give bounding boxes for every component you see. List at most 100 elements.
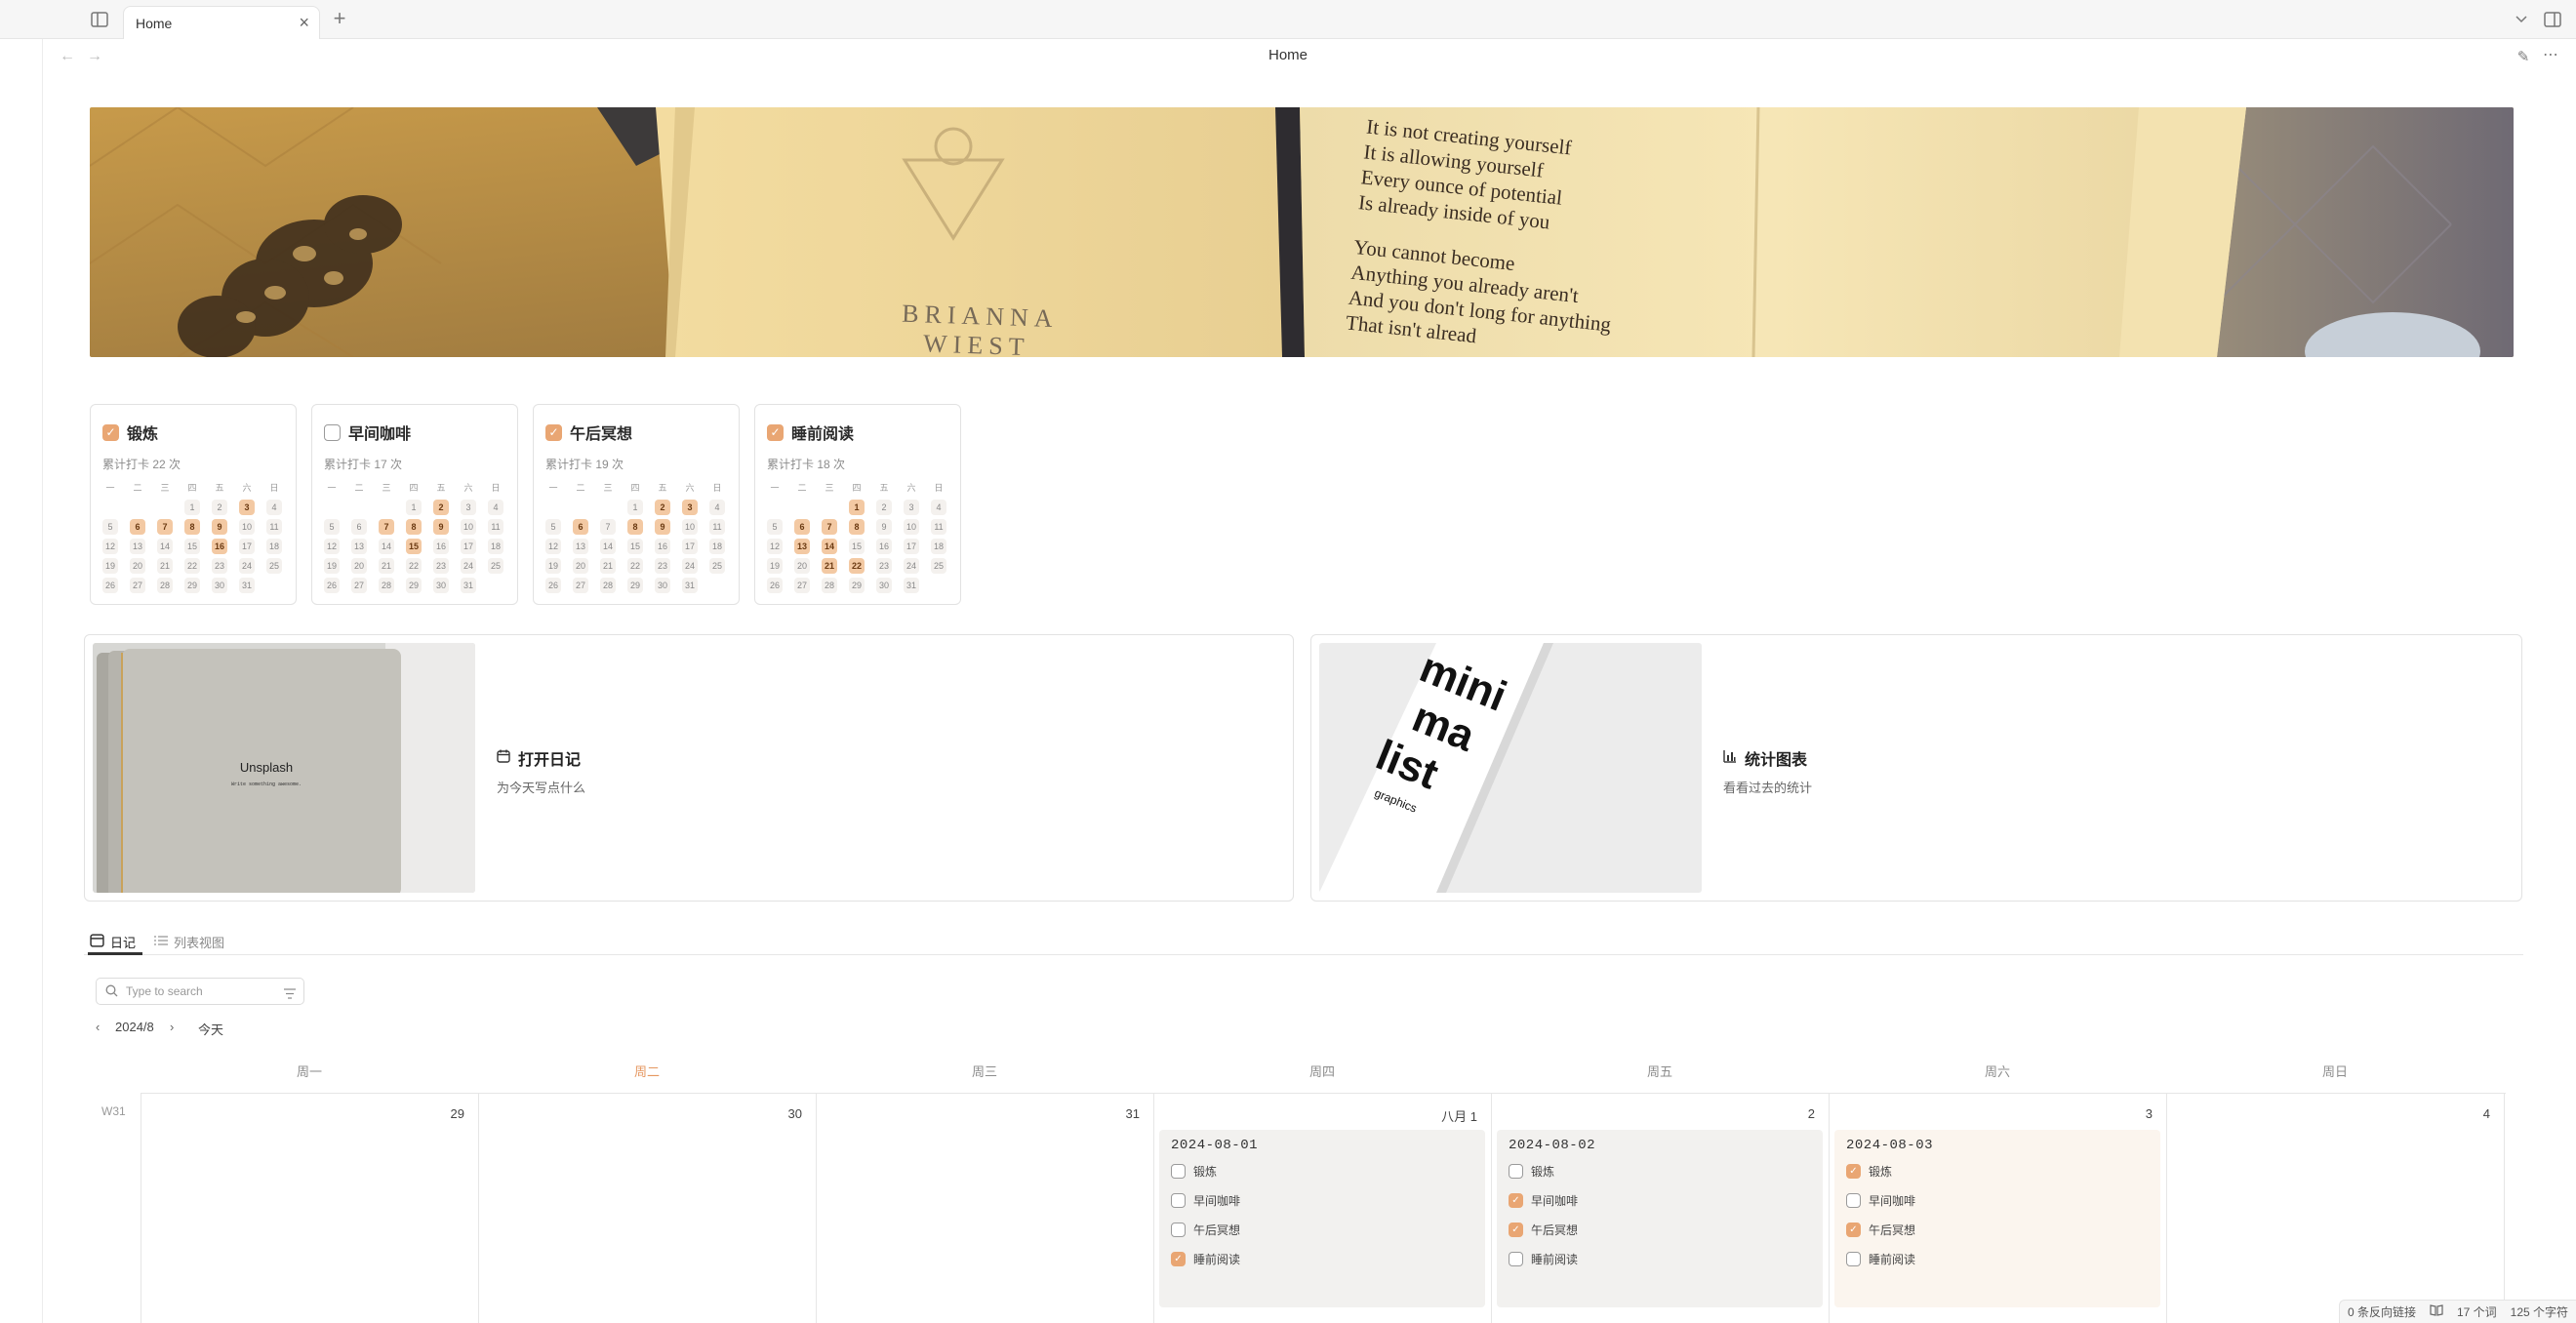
calendar-day[interactable]: 22 bbox=[622, 557, 649, 575]
task-checkbox[interactable] bbox=[1171, 1193, 1186, 1208]
calendar-day[interactable]: 7 bbox=[816, 518, 843, 536]
calendar-day[interactable]: 16 bbox=[206, 538, 233, 555]
calendar-day[interactable]: 21 bbox=[373, 557, 400, 575]
close-icon[interactable]: × bbox=[299, 13, 309, 33]
calendar-day[interactable]: 10 bbox=[455, 518, 482, 536]
calendar-day[interactable]: 23 bbox=[427, 557, 455, 575]
calendar-day[interactable]: 18 bbox=[704, 538, 731, 555]
task-checkbox[interactable]: ✓ bbox=[1509, 1193, 1523, 1208]
calendar-day[interactable]: 4 bbox=[482, 499, 509, 516]
backlinks-count[interactable]: 0 条反向链接 bbox=[2348, 1303, 2416, 1320]
reading-mode-icon[interactable] bbox=[2430, 1304, 2443, 1319]
calendar-day[interactable]: 22 bbox=[843, 557, 870, 575]
calendar-day[interactable]: 30 bbox=[870, 577, 898, 594]
calendar-day[interactable]: 27 bbox=[345, 577, 373, 594]
day-cell[interactable] bbox=[478, 1093, 816, 1323]
calendar-day[interactable]: 6 bbox=[567, 518, 594, 536]
calendar-day[interactable]: 16 bbox=[649, 538, 676, 555]
calendar-day[interactable]: 25 bbox=[925, 557, 952, 575]
prev-month-icon[interactable]: ‹ bbox=[96, 1020, 100, 1034]
calendar-day[interactable]: 21 bbox=[816, 557, 843, 575]
calendar-day[interactable]: 25 bbox=[482, 557, 509, 575]
calendar-day[interactable]: 2 bbox=[206, 499, 233, 516]
calendar-day[interactable]: 6 bbox=[788, 518, 816, 536]
calendar-day[interactable]: 13 bbox=[567, 538, 594, 555]
journal-entry[interactable]: 2024-08-03 ✓ 锻炼 早间咖啡 ✓ 午后冥想 睡前阅读 bbox=[1834, 1130, 2160, 1307]
calendar-day[interactable]: 17 bbox=[676, 538, 704, 555]
calendar-day[interactable]: 18 bbox=[261, 538, 288, 555]
calendar-day[interactable]: 15 bbox=[179, 538, 206, 555]
calendar-day[interactable]: 31 bbox=[233, 577, 261, 594]
calendar-day[interactable]: 31 bbox=[898, 577, 925, 594]
calendar-day[interactable]: 20 bbox=[124, 557, 151, 575]
calendar-day[interactable]: 11 bbox=[925, 518, 952, 536]
calendar-day[interactable]: 31 bbox=[676, 577, 704, 594]
calendar-day[interactable]: 13 bbox=[788, 538, 816, 555]
calendar-day[interactable]: 7 bbox=[151, 518, 179, 536]
calendar-day[interactable]: 6 bbox=[124, 518, 151, 536]
new-tab-button[interactable]: + bbox=[328, 6, 351, 30]
calendar-day[interactable]: 18 bbox=[925, 538, 952, 555]
calendar-day[interactable]: 14 bbox=[373, 538, 400, 555]
today-button[interactable]: 今天 bbox=[198, 1020, 223, 1038]
calendar-day[interactable]: 14 bbox=[816, 538, 843, 555]
calendar-day[interactable]: 12 bbox=[97, 538, 124, 555]
calendar-day[interactable]: 9 bbox=[427, 518, 455, 536]
calendar-day[interactable]: 24 bbox=[455, 557, 482, 575]
calendar-day[interactable]: 1 bbox=[400, 499, 427, 516]
calendar-day[interactable]: 7 bbox=[594, 518, 622, 536]
calendar-day[interactable]: 10 bbox=[676, 518, 704, 536]
task-checkbox[interactable] bbox=[1509, 1252, 1523, 1266]
sidebar-toggle-icon[interactable] bbox=[88, 9, 111, 30]
day-cell[interactable] bbox=[816, 1093, 1153, 1323]
calendar-day[interactable]: 5 bbox=[761, 518, 788, 536]
journal-entry[interactable]: 2024-08-01 锻炼 早间咖啡 午后冥想 ✓ 睡前阅读 bbox=[1159, 1130, 1485, 1307]
calendar-day[interactable]: 4 bbox=[925, 499, 952, 516]
calendar-day[interactable]: 7 bbox=[373, 518, 400, 536]
calendar-day[interactable]: 8 bbox=[400, 518, 427, 536]
habit-checkbox[interactable] bbox=[324, 423, 341, 441]
calendar-day[interactable]: 24 bbox=[676, 557, 704, 575]
calendar-day[interactable]: 27 bbox=[124, 577, 151, 594]
calendar-day[interactable]: 14 bbox=[594, 538, 622, 555]
calendar-day[interactable]: 21 bbox=[151, 557, 179, 575]
calendar-day[interactable]: 12 bbox=[540, 538, 567, 555]
calendar-day[interactable]: 30 bbox=[649, 577, 676, 594]
task-checkbox[interactable]: ✓ bbox=[1846, 1223, 1861, 1237]
calendar-day[interactable]: 20 bbox=[788, 557, 816, 575]
calendar-day[interactable]: 23 bbox=[206, 557, 233, 575]
calendar-day[interactable]: 31 bbox=[455, 577, 482, 594]
calendar-day[interactable]: 24 bbox=[898, 557, 925, 575]
calendar-day[interactable]: 17 bbox=[455, 538, 482, 555]
calendar-day[interactable]: 23 bbox=[649, 557, 676, 575]
edit-icon[interactable]: ✎ bbox=[2514, 47, 2533, 66]
calendar-day[interactable]: 3 bbox=[898, 499, 925, 516]
calendar-day[interactable]: 2 bbox=[427, 499, 455, 516]
calendar-day[interactable]: 15 bbox=[400, 538, 427, 555]
habit-checkbox[interactable]: ✓ bbox=[545, 423, 562, 441]
calendar-day[interactable]: 27 bbox=[788, 577, 816, 594]
calendar-day[interactable]: 22 bbox=[400, 557, 427, 575]
calendar-day[interactable]: 8 bbox=[179, 518, 206, 536]
calendar-day[interactable]: 19 bbox=[761, 557, 788, 575]
calendar-day[interactable]: 11 bbox=[261, 518, 288, 536]
calendar-day[interactable]: 10 bbox=[898, 518, 925, 536]
calendar-day[interactable]: 28 bbox=[151, 577, 179, 594]
calendar-day[interactable]: 22 bbox=[179, 557, 206, 575]
habit-checkbox[interactable]: ✓ bbox=[102, 423, 119, 441]
calendar-day[interactable]: 5 bbox=[318, 518, 345, 536]
calendar-day[interactable]: 30 bbox=[427, 577, 455, 594]
filter-icon[interactable] bbox=[284, 986, 296, 1004]
day-cell[interactable] bbox=[2166, 1093, 2504, 1323]
tab-journal[interactable]: 日记 bbox=[90, 929, 136, 954]
calendar-day[interactable]: 6 bbox=[345, 518, 373, 536]
statistics-card[interactable]: mini ma list graphics 统计图表 看看过去的统计 bbox=[1310, 634, 2522, 902]
tab-list-view[interactable]: 列表视图 bbox=[154, 929, 224, 954]
calendar-day[interactable]: 9 bbox=[870, 518, 898, 536]
calendar-day[interactable]: 29 bbox=[622, 577, 649, 594]
calendar-day[interactable]: 16 bbox=[427, 538, 455, 555]
calendar-day[interactable]: 28 bbox=[373, 577, 400, 594]
calendar-day[interactable]: 2 bbox=[649, 499, 676, 516]
calendar-day[interactable]: 3 bbox=[455, 499, 482, 516]
calendar-day[interactable]: 12 bbox=[761, 538, 788, 555]
